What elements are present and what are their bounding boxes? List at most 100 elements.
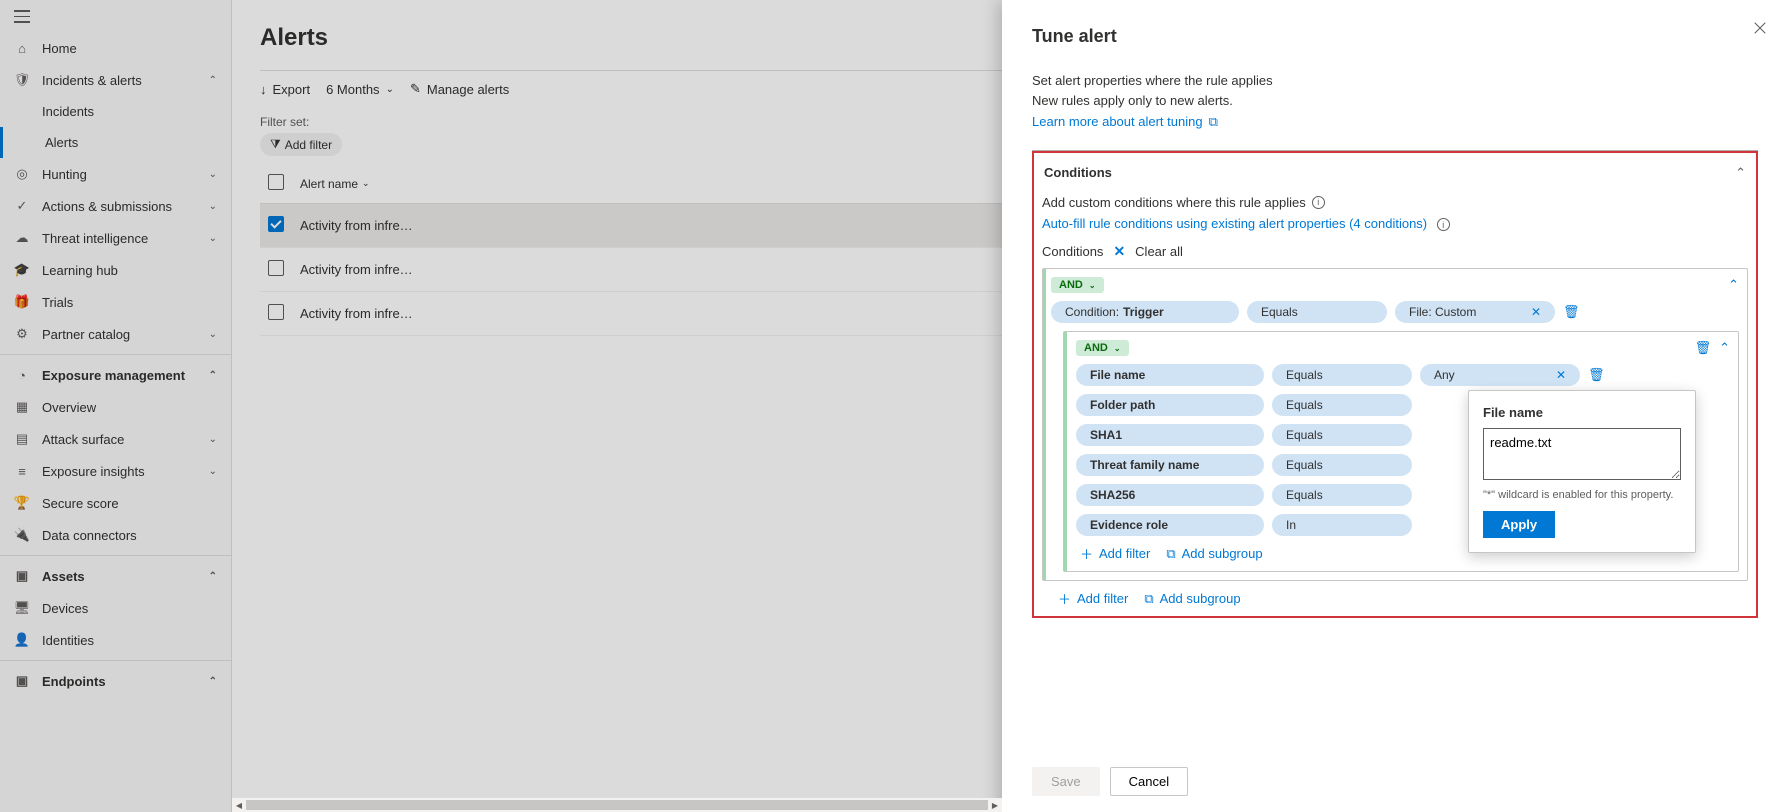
- clear-all-label: Clear all: [1135, 244, 1183, 259]
- save-button[interactable]: Save: [1032, 767, 1100, 796]
- sidebar-item[interactable]: ◔Exposure management⌃: [0, 359, 231, 391]
- nav-icon: ▤: [14, 431, 30, 447]
- sidebar-item[interactable]: 🎓Learning hub: [0, 254, 231, 286]
- delete-row-icon[interactable]: 🗑: [1563, 304, 1580, 320]
- nav-label: Assets: [42, 569, 85, 584]
- learn-more-link[interactable]: Learn more about alert tuning ⧉: [1032, 112, 1218, 132]
- sidebar-item[interactable]: ⌂Home: [0, 32, 231, 64]
- sidebar-item[interactable]: 🖥Devices: [0, 592, 231, 624]
- condition-group-nested: AND ⌄ 🗑 ⌃ File name Equals Any✕ 🗑 Folder pat…: [1063, 331, 1739, 572]
- add-filter-button[interactable]: ＋ Add filter: [1080, 544, 1150, 563]
- condition-op-chip[interactable]: In: [1272, 514, 1412, 536]
- cancel-button[interactable]: Cancel: [1110, 767, 1188, 796]
- export-button[interactable]: ↓ Export: [260, 82, 310, 97]
- condition-val-chip[interactable]: Any✕: [1420, 364, 1580, 386]
- sidebar-item[interactable]: 🛡Incidents & alerts⌃: [0, 64, 231, 96]
- nav-label: Exposure insights: [42, 464, 145, 479]
- condition-op-chip[interactable]: Equals: [1272, 424, 1412, 446]
- condition-val-chip[interactable]: File: Custom ✕: [1395, 301, 1555, 323]
- collapse-icon[interactable]: ⌃: [1735, 165, 1746, 181]
- sidebar-item[interactable]: 🎁Trials: [0, 286, 231, 318]
- nav-icon: ⚙: [14, 326, 30, 342]
- conditions-section: Conditions ⌃ Add custom conditions where…: [1032, 151, 1758, 619]
- condition-field-chip[interactable]: Condition: Trigger: [1051, 301, 1239, 323]
- condition-op-chip[interactable]: Equals: [1272, 364, 1412, 386]
- add-subgroup-button[interactable]: ⧉ Add subgroup: [1166, 544, 1262, 563]
- manage-alerts-button[interactable]: ✎ Manage alerts: [410, 81, 509, 97]
- and-operator[interactable]: AND ⌄: [1076, 340, 1129, 356]
- sidebar-item[interactable]: ⚙Partner catalog⌄: [0, 318, 231, 350]
- remove-value-icon[interactable]: ✕: [1556, 368, 1566, 382]
- delete-row-icon[interactable]: 🗑: [1588, 367, 1605, 383]
- nav-label: Incidents & alerts: [42, 73, 142, 88]
- condition-field-chip[interactable]: Evidence role: [1076, 514, 1264, 536]
- sidebar-item[interactable]: 🏆Secure score: [0, 487, 231, 519]
- horizontal-scrollbar[interactable]: ◀▶: [232, 798, 1002, 812]
- nav-label: Alerts: [45, 135, 78, 150]
- nav-label: Identities: [42, 633, 94, 648]
- sidebar-item[interactable]: ▤Attack surface⌄: [0, 423, 231, 455]
- sidebar-item[interactable]: Alerts: [0, 127, 231, 158]
- close-button[interactable]: [1746, 14, 1774, 42]
- col-alert-name[interactable]: Alert name: [300, 177, 358, 191]
- add-subgroup-button[interactable]: ⧉ Add subgroup: [1144, 589, 1240, 608]
- collapse-group-icon[interactable]: ⌃: [1719, 340, 1730, 356]
- pencil-icon: ✎: [410, 81, 421, 97]
- condition-field-chip[interactable]: Folder path: [1076, 394, 1264, 416]
- sidebar-item[interactable]: ☁Threat intelligence⌄: [0, 222, 231, 254]
- condition-op-chip[interactable]: Equals: [1247, 301, 1387, 323]
- collapse-group-icon[interactable]: ⌃: [1728, 277, 1739, 293]
- sidebar-item[interactable]: ▦Overview: [0, 391, 231, 423]
- sidebar-item[interactable]: ≡Exposure insights⌄: [0, 455, 231, 487]
- nav-icon: ▦: [14, 399, 30, 415]
- apply-button[interactable]: Apply: [1483, 511, 1555, 538]
- condition-field-chip[interactable]: Threat family name: [1076, 454, 1264, 476]
- condition-field-chip[interactable]: File name: [1076, 364, 1264, 386]
- hamburger-button[interactable]: [0, 0, 231, 32]
- clear-all-button[interactable]: ✕: [1113, 243, 1125, 260]
- condition-op-chip[interactable]: Equals: [1272, 454, 1412, 476]
- sidebar-item[interactable]: 🔌 Data connectors: [0, 519, 231, 551]
- add-filter-pill[interactable]: ⧩ Add filter: [260, 133, 342, 156]
- nav-icon: 🏆: [14, 495, 30, 511]
- info-icon[interactable]: i: [1312, 196, 1325, 209]
- nav-icon: 🎁: [14, 294, 30, 310]
- sidebar-item[interactable]: Incidents: [0, 96, 231, 127]
- select-all-checkbox[interactable]: [268, 174, 284, 190]
- nav-icon: ◔: [14, 367, 30, 383]
- condition-op-chip[interactable]: Equals: [1272, 394, 1412, 416]
- nav-label: Threat intelligence: [42, 231, 148, 246]
- chevron-icon: ⌃: [209, 370, 217, 381]
- row-checkbox[interactable]: [268, 216, 284, 232]
- row-checkbox[interactable]: [268, 260, 284, 276]
- chevron-icon: ⌄: [209, 329, 217, 340]
- sidebar-item[interactable]: ✓Actions & submissions⌄: [0, 190, 231, 222]
- sidebar-item[interactable]: ◎Hunting⌄: [0, 158, 231, 190]
- nav-icon: 🔌: [14, 527, 30, 543]
- nav-icon: 🛡: [14, 72, 30, 88]
- row-checkbox[interactable]: [268, 304, 284, 320]
- nav-label: Data connectors: [42, 528, 137, 543]
- sidebar-item[interactable]: ▣Assets⌃: [0, 560, 231, 592]
- condition-field-chip[interactable]: SHA1: [1076, 424, 1264, 446]
- nav-label: Devices: [42, 601, 88, 616]
- chevron-icon: ⌄: [209, 201, 217, 212]
- filename-input[interactable]: [1483, 428, 1681, 480]
- conditions-heading: Conditions: [1044, 165, 1112, 180]
- condition-field-chip[interactable]: SHA256: [1076, 484, 1264, 506]
- chevron-icon: ⌃: [209, 676, 217, 687]
- remove-value-icon[interactable]: ✕: [1531, 305, 1541, 319]
- sidebar-item[interactable]: ▣Endpoints⌃: [0, 665, 231, 697]
- panel-desc-1: Set alert properties where the rule appl…: [1032, 71, 1758, 91]
- info-icon[interactable]: i: [1437, 218, 1450, 231]
- delete-group-icon[interactable]: 🗑: [1695, 340, 1712, 356]
- range-dropdown[interactable]: 6 Months ⌄: [326, 82, 394, 97]
- add-filter-button[interactable]: ＋ Add filter: [1058, 589, 1128, 608]
- sidebar-item[interactable]: 👤Identities: [0, 624, 231, 656]
- conditions-subtext: Add custom conditions where this rule ap…: [1042, 195, 1306, 210]
- sidebar: ⌂Home 🛡 Incidents & alerts ⌃ Incidents Alerts…: [0, 0, 232, 812]
- and-operator[interactable]: AND ⌄: [1051, 277, 1104, 293]
- autofill-link[interactable]: Auto-fill rule conditions using existing…: [1042, 216, 1427, 231]
- subgroup-icon: ⧉: [1166, 546, 1175, 562]
- condition-op-chip[interactable]: Equals: [1272, 484, 1412, 506]
